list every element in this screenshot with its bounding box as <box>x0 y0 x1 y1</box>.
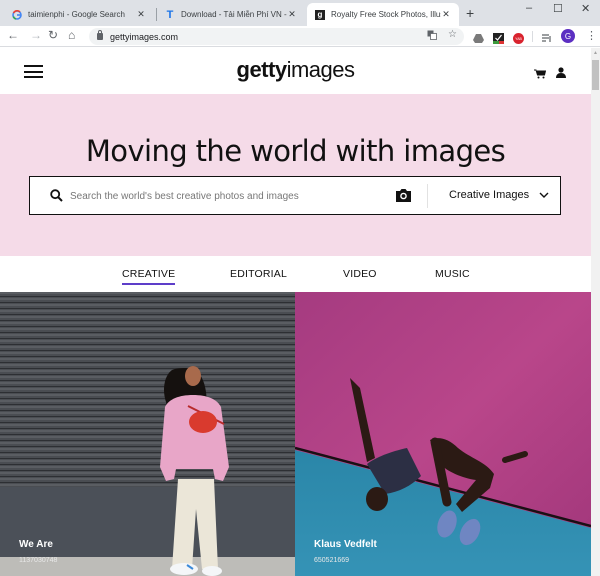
camera-search-icon[interactable] <box>396 188 411 202</box>
search-bar: Creative Images <box>29 176 561 215</box>
photo-id: 1137030748 <box>19 557 58 564</box>
browser-toolbar: ← → ↻ ⌂ gettyimages.com ☆ YAB G ⋮ <box>0 26 600 47</box>
close-tab-icon[interactable]: ✕ <box>136 9 146 20</box>
close-tab-icon[interactable]: ✕ <box>441 9 451 20</box>
hero-title: Moving the world with images <box>85 134 506 168</box>
scrollbar-thumb[interactable] <box>592 60 599 90</box>
photo-credit: Klaus Vedfelt <box>314 539 377 550</box>
minimize-button[interactable]: – <box>526 2 532 14</box>
photo-credit: We Are <box>19 539 53 550</box>
photo-woman-pink-hoodie <box>0 292 295 576</box>
reload-button[interactable]: ↻ <box>48 28 58 42</box>
star-icon[interactable]: ☆ <box>448 29 457 40</box>
photo-id: 650521669 <box>314 557 350 564</box>
tab-editorial[interactable]: EDITORIAL <box>230 268 287 280</box>
toolbar-divider <box>532 31 533 42</box>
page-scrollbar[interactable]: ▲ <box>591 48 600 576</box>
site-header: gettyimages <box>0 48 591 94</box>
tab-creative[interactable]: CREATIVE <box>122 268 176 285</box>
home-button[interactable]: ⌂ <box>68 28 75 42</box>
url-text: gettyimages.com <box>110 31 179 42</box>
photo-high-jumper <box>295 292 591 576</box>
google-g-icon <box>12 9 22 20</box>
browser-tab-google-search[interactable]: taimienphi - Google Search ✕ <box>4 3 154 26</box>
image-tile[interactable]: We Are 1137030748 <box>0 292 295 576</box>
tab-title: Royalty Free Stock Photos, Illustra <box>331 10 441 19</box>
chevron-down-icon <box>539 192 549 198</box>
translate-icon[interactable] <box>427 30 437 42</box>
address-bar[interactable]: gettyimages.com <box>89 28 464 45</box>
browser-tab-taimienphi[interactable]: T Download - Tải Miễn Phí VN - Ph ✕ <box>157 3 305 26</box>
browser-menu-icon[interactable]: ⋮ <box>586 29 597 42</box>
content-type-tabs: CREATIVE EDITORIAL VIDEO MUSIC <box>0 256 591 292</box>
logo-bold: getty <box>236 57 288 82</box>
scroll-up-arrow-icon[interactable]: ▲ <box>593 50 598 56</box>
account-icon[interactable] <box>556 65 566 78</box>
forward-button[interactable]: → <box>30 28 42 42</box>
cart-icon[interactable] <box>534 66 547 79</box>
search-type-label: Creative Images <box>449 189 530 201</box>
tab-video[interactable]: VIDEO <box>343 268 377 280</box>
hero-banner: Moving the world with images Creative Im… <box>0 94 591 256</box>
checkmark-extension-icon[interactable] <box>493 31 504 44</box>
new-tab-button[interactable]: + <box>466 5 474 21</box>
profile-avatar[interactable]: G <box>561 29 575 43</box>
browser-tab-strip: taimienphi - Google Search ✕ T Download … <box>0 0 600 26</box>
close-tab-icon[interactable]: ✕ <box>287 9 297 20</box>
search-type-dropdown[interactable]: Creative Images <box>449 189 549 201</box>
svg-text:YAB: YAB <box>515 37 522 41</box>
maximize-button[interactable]: ☐ <box>553 2 563 15</box>
tab-title: Download - Tải Miễn Phí VN - Ph <box>181 10 287 19</box>
browser-tab-gettyimages[interactable]: g Royalty Free Stock Photos, Illustra ✕ <box>307 3 459 26</box>
logo-light: images <box>286 57 355 82</box>
gettyimages-logo[interactable]: gettyimages <box>0 57 591 83</box>
media-queue-icon[interactable] <box>541 31 552 42</box>
getty-g-icon: g <box>315 9 325 20</box>
back-button[interactable]: ← <box>7 28 19 42</box>
tab-title: taimienphi - Google Search <box>28 10 125 19</box>
close-window-button[interactable]: ✕ <box>581 2 590 15</box>
image-tile[interactable]: Klaus Vedfelt 650521669 <box>295 292 591 576</box>
lock-icon <box>97 30 103 40</box>
search-icon[interactable] <box>50 189 63 202</box>
search-input[interactable] <box>70 187 390 205</box>
drive-icon[interactable] <box>473 31 484 43</box>
tab-music[interactable]: MUSIC <box>435 268 470 280</box>
page-viewport: gettyimages Moving the world with images… <box>0 48 591 576</box>
yab-extension-icon[interactable]: YAB <box>513 31 524 44</box>
taimienphi-t-icon: T <box>166 8 174 21</box>
search-divider <box>427 184 428 208</box>
